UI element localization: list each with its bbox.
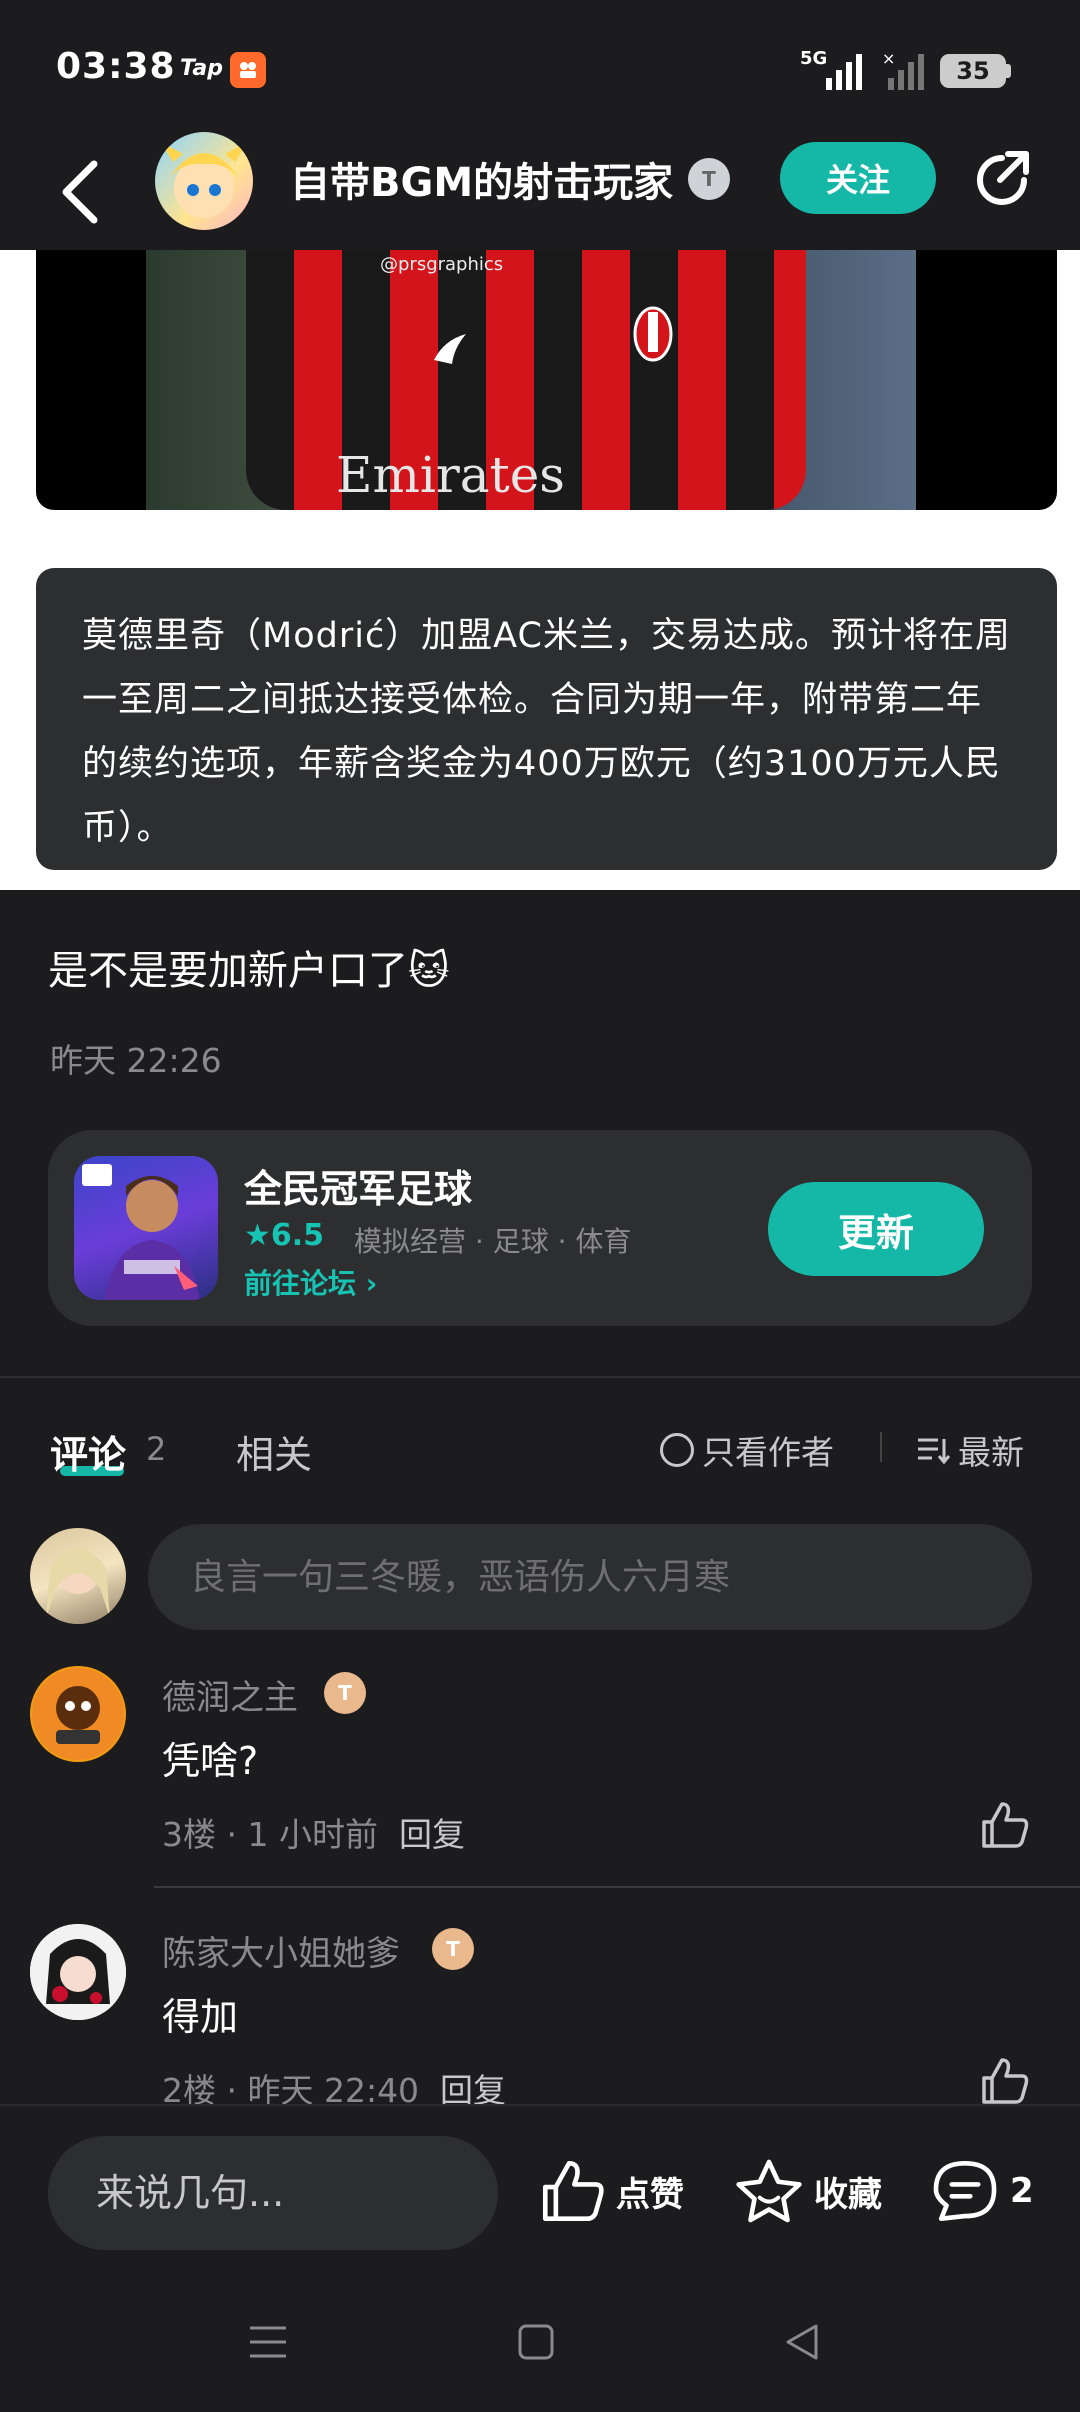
forum-link[interactable]: 前往论坛 › [244,1262,377,1302]
like-button[interactable]: 点赞 [540,2158,684,2224]
comment-bubble-icon [933,2160,997,2222]
commenter-level-badge: T [324,1672,366,1714]
share-icon[interactable] [972,150,1032,210]
comment-meta: 3楼 · 1 小时前 回复 [162,1808,465,1856]
game-tags: 模拟经营 · 足球 · 体育 [354,1225,632,1258]
commenter-avatar[interactable] [30,1924,126,2020]
battery-tip [1006,64,1011,78]
separator [880,1432,882,1462]
only-author-label: 只看作者 [702,1433,834,1472]
thumbs-up-icon [542,2160,604,2222]
only-author-toggle[interactable]: 只看作者 [660,1426,834,1474]
game-title[interactable]: 全民冠军足球 [244,1158,472,1213]
signal-icon-sim2: × [882,52,924,90]
star-icon [736,2159,802,2223]
commenter-name[interactable]: 陈家大小姐她爹 [162,1926,400,1975]
comment-text: 凭啥? [162,1739,259,1783]
author-avatar[interactable] [155,132,253,230]
menu-icon[interactable] [248,2324,288,2360]
collect-label: 收藏 [814,2174,882,2215]
game-rating: ★6.5 [244,1218,325,1253]
game-icon[interactable] [74,1156,218,1300]
tap-label: Tap [180,56,223,81]
author-level-badge: T [688,158,730,200]
sort-icon [918,1438,950,1465]
commenter-name[interactable]: 德润之主 [162,1670,298,1719]
divider [0,1376,1080,1378]
photo-watermark: @prsgraphics [380,254,504,275]
like-label: 点赞 [616,2174,684,2215]
comments-button[interactable]: 2 [930,2158,1034,2224]
update-button[interactable]: 更新 [768,1182,984,1276]
cat-emoji-icon: 🐱 [408,948,450,994]
reply-input[interactable] [48,2136,498,2250]
notification-app-icon [230,52,266,88]
post-text: 是不是要加新户口了🐱 [48,938,450,996]
comment-input[interactable] [148,1524,1032,1630]
sort-label: 最新 [958,1433,1024,1472]
puma-logo-icon [434,334,466,364]
jersey-photo[interactable]: @prsgraphics Emirates [36,250,1057,510]
commenter-avatar[interactable] [30,1666,126,1762]
back-arrow-icon[interactable] [56,156,106,228]
post-header: 自带BGM的射击玩家 T 关注 [0,132,1080,250]
quote-block: 莫德里奇（Modrić）加盟AC米兰，交易达成。预计将在周一至周二之间抵达接受体… [36,568,1057,870]
forum-link-label[interactable]: 前往论坛 [244,1267,356,1300]
sponsor-text: Emirates [336,446,565,504]
my-avatar[interactable] [30,1528,126,1624]
network-type: 5G [800,48,828,69]
back-triangle-icon[interactable] [784,2322,820,2362]
comment-divider [154,1886,1080,1888]
svg-text:×: × [882,52,895,68]
tab-related[interactable]: 相关 [236,1424,312,1479]
home-icon[interactable] [518,2324,554,2360]
game-rating-value: 6.5 [270,1218,325,1253]
system-nav-bar [0,2274,1080,2412]
comment-floor-time: 3楼 · 1 小时前 [162,1815,378,1854]
radio-circle-icon [660,1433,694,1467]
battery-icon: 35 [940,54,1006,88]
comments-count: 2 [1010,2171,1034,2211]
chevron-right-icon: › [365,1267,378,1300]
signal-icon [826,54,862,90]
post-text-content: 是不是要加新户口了 [48,948,408,994]
follow-button[interactable]: 关注 [780,142,936,214]
status-bar: 03:38 Tap 5G × 35 [0,0,1080,132]
commenter-level-badge: T [432,1928,474,1970]
comment-count: 2 [146,1430,167,1468]
thumbs-up-icon[interactable] [980,2056,1030,2106]
collect-button[interactable]: 收藏 [734,2158,882,2224]
sort-toggle[interactable]: 最新 [916,1426,1024,1474]
ac-milan-crest-icon [633,306,673,362]
author-name[interactable]: 自带BGM的射击玩家 [290,150,673,208]
article-content: @prsgraphics Emirates 莫德里奇（Modrić）加盟AC米兰… [0,250,1080,890]
thumbs-up-icon[interactable] [980,1800,1030,1850]
clock: 03:38 [56,46,176,87]
reply-button[interactable]: 回复 [399,1815,465,1854]
comment-text: 得加 [162,1995,239,2039]
post-time: 昨天 22:26 [50,1041,222,1080]
tab-comments[interactable]: 评论 [50,1424,126,1479]
quote-text: 莫德里奇（Modrić）加盟AC米兰，交易达成。预计将在周一至周二之间抵达接受体… [82,616,1011,848]
